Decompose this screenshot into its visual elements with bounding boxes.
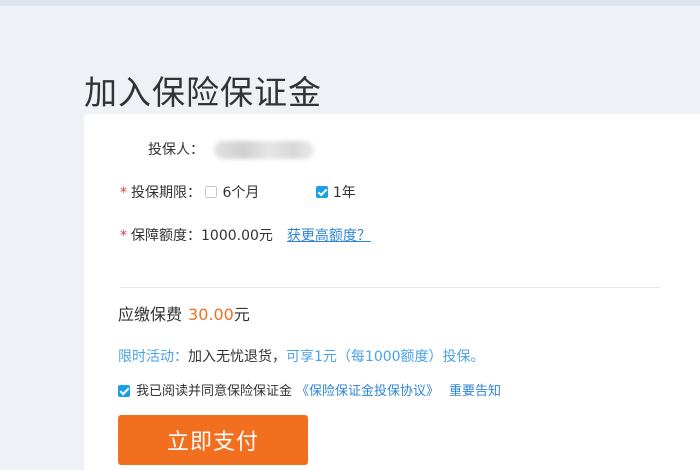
agreement-checkbox-icon[interactable] [118,384,130,397]
top-strip [0,0,700,6]
page-title: 加入保险保证金 [84,73,322,113]
premium-unit: 元 [233,305,250,324]
amount-row: * 保障额度：1000.00元 获更高额度？ [120,225,371,245]
required-mark: * [120,228,127,244]
agreement-text: 我已阅读并同意保险保证金 [136,384,293,399]
premium-amount: 30.00 [188,305,234,324]
higher-amount-link[interactable]: 获更高额度？ [287,228,371,244]
insured-name-redacted [214,141,314,159]
amount-label: 保障额度： [131,228,201,244]
premium-label: 应缴保费 [118,305,183,324]
pay-now-button[interactable]: 立即支付 [118,415,308,465]
insurance-form-card: 投保人： * 投保期限： 6个月 1年 * 保障额度：1000.00元 获更高额度？ … [84,114,700,470]
period-option-label: 6个月 [222,185,260,201]
promotion-title: 限时活动： [118,349,188,365]
period-option-6-months[interactable]: 6个月 [205,185,263,201]
insured-label: 投保人： [148,142,204,158]
promotion-text-part1: 加入无忧退货， [188,349,286,365]
important-notice-link[interactable]: 重要告知 [449,384,501,399]
agreement-row: 我已阅读并同意保险保证金 《保险保证金投保协议》 重要告知 [118,380,501,399]
required-mark: * [120,185,127,201]
agreement-protocol-link[interactable]: 《保险保证金投保协议》 [296,384,439,399]
period-row: * 投保期限： 6个月 1年 [120,182,356,202]
period-option-1-year[interactable]: 1年 [315,185,356,201]
checkbox-icon[interactable] [205,186,218,198]
insured-row: 投保人： [148,139,314,159]
checkbox-checked-icon[interactable] [315,186,328,198]
divider [120,287,660,288]
promotion-text: 限时活动：加入无忧退货，可享1元（每1000额度）投保。 [118,346,485,366]
period-option-label: 1年 [332,185,356,201]
amount-value: 1000.00元 [201,228,273,244]
premium-row: 应缴保费 30.00元 [118,301,250,325]
period-label: 投保期限： [131,185,201,201]
promotion-text-part2: 可享1元（每1000额度）投保。 [286,349,485,365]
